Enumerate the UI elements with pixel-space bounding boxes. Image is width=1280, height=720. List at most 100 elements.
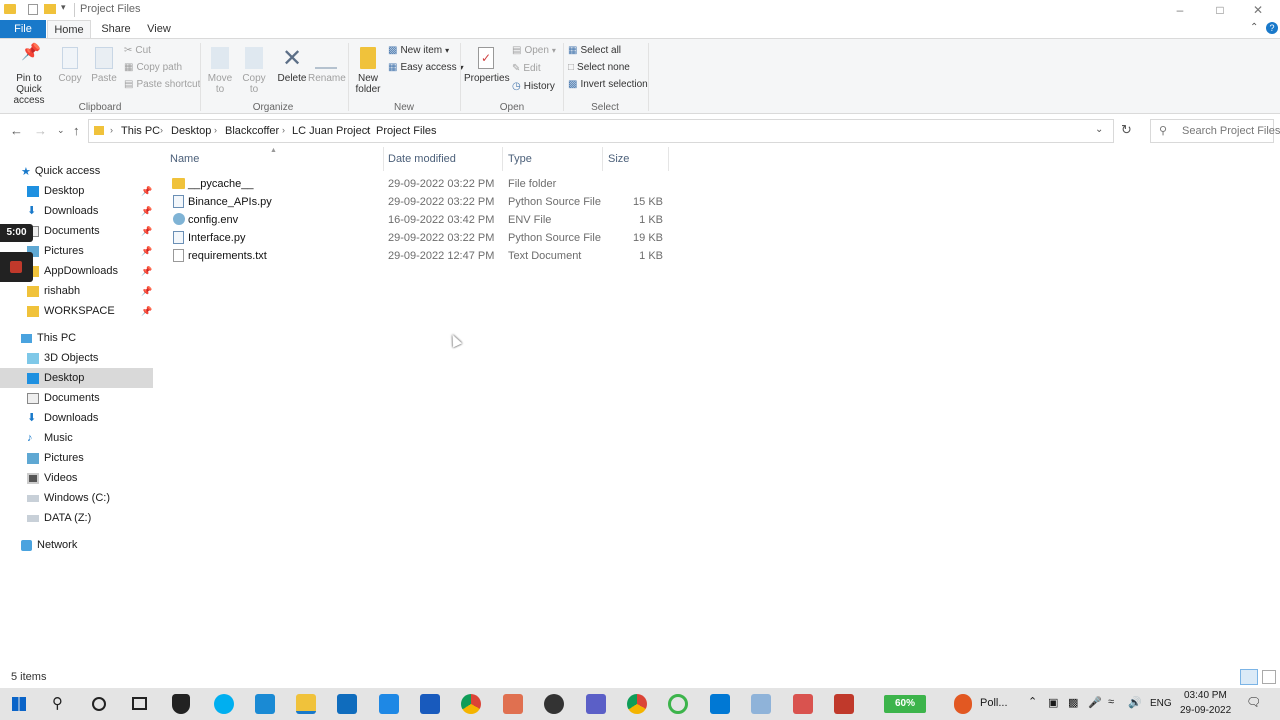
help-icon[interactable]: ?	[1266, 22, 1278, 34]
sidebar-item-videos[interactable]: Videos	[0, 468, 153, 488]
clock-time[interactable]: 03:40 PM	[1184, 690, 1227, 701]
nav-this-pc[interactable]: This PC	[0, 328, 153, 348]
sidebar-item-desktop[interactable]: Desktop 📌	[0, 181, 153, 201]
column-separator[interactable]	[668, 147, 669, 171]
chevron-right-icon[interactable]: ›	[110, 125, 113, 135]
file-explorer-icon[interactable]	[296, 694, 316, 714]
pin-icon[interactable]: 📌	[141, 226, 152, 237]
paste-button[interactable]: Paste	[90, 47, 118, 84]
sidebar-item-downloads-pc[interactable]: ⬇ Downloads	[0, 408, 153, 428]
chrome-icon[interactable]	[461, 694, 481, 714]
app-icon[interactable]	[751, 694, 771, 714]
tab-view[interactable]: View	[140, 20, 178, 38]
address-dropdown-icon[interactable]: ⌄	[1095, 124, 1103, 135]
column-header-name[interactable]: Name	[170, 153, 199, 165]
microphone-icon[interactable]: 🎤	[1088, 696, 1102, 709]
pin-icon[interactable]: 📌	[141, 286, 152, 297]
breadcrumb-blackcoffer[interactable]: Blackcoffer	[225, 125, 279, 137]
details-view-icon[interactable]	[1240, 669, 1258, 685]
breadcrumb-this-pc[interactable]: This PC	[121, 125, 160, 137]
sidebar-item-desktop-pc[interactable]: Desktop	[0, 368, 153, 388]
app-icon[interactable]	[793, 694, 813, 714]
outlook-icon[interactable]	[337, 694, 357, 714]
task-view-icon[interactable]	[132, 697, 147, 710]
table-row[interactable]: config.env 16-09-2022 03:42 PM ENV File …	[170, 211, 668, 229]
battery-indicator[interactable]: 60%	[884, 695, 926, 713]
tray-icon[interactable]: ▩	[1068, 696, 1078, 709]
stop-recording-button[interactable]	[0, 252, 33, 282]
sidebar-item-workspace[interactable]: WORKSPACE 📌	[0, 301, 153, 321]
nav-quick-access[interactable]: ★ Quick access	[0, 161, 153, 181]
recent-locations-icon[interactable]: ⌄	[57, 125, 65, 136]
app-icon[interactable]	[834, 694, 854, 714]
chevron-right-icon[interactable]: ›	[366, 125, 369, 135]
pin-to-quick-access-button[interactable]: 📌 Pin to Quick access	[4, 45, 54, 107]
back-arrow-icon[interactable]: ←	[10, 123, 23, 138]
ribbon-collapse-icon[interactable]: ⌃	[1250, 22, 1258, 33]
up-arrow-icon[interactable]: ↑	[73, 123, 80, 138]
sidebar-item-rishabh[interactable]: rishabh 📌	[0, 281, 153, 301]
maximize-icon[interactable]: □	[1202, 0, 1238, 20]
open-button[interactable]: ▤ Open ▾	[512, 45, 556, 56]
wifi-icon[interactable]: ≈	[1108, 696, 1114, 708]
new-item-button[interactable]: ▩ New item ▾	[388, 45, 449, 56]
column-separator[interactable]	[383, 147, 384, 171]
tab-home[interactable]: Home	[47, 20, 91, 38]
app-icon[interactable]	[503, 694, 523, 714]
invert-selection-button[interactable]: ▩ Invert selection	[568, 79, 648, 90]
search-icon[interactable]: ⚲	[52, 694, 63, 712]
select-all-button[interactable]: ▦ Select all	[568, 45, 621, 56]
breadcrumb-lc-juan-project[interactable]: LC Juan Project	[292, 125, 370, 137]
teams-icon[interactable]	[586, 694, 606, 714]
new-folder-button[interactable]: New folder	[352, 47, 384, 95]
nav-network[interactable]: Network	[0, 535, 153, 555]
tab-file[interactable]: File	[0, 20, 46, 38]
large-icons-view-icon[interactable]	[1262, 670, 1276, 684]
chevron-right-icon[interactable]: ›	[214, 125, 217, 135]
move-to-button[interactable]: Move to	[206, 47, 234, 95]
properties-button[interactable]: ✓ Properties	[464, 47, 510, 84]
table-row[interactable]: requirements.txt 29-09-2022 12:47 PM Tex…	[170, 247, 668, 265]
history-button[interactable]: ◷ History	[512, 81, 555, 92]
refresh-icon[interactable]: ↻	[1121, 122, 1132, 138]
properties-quick-icon[interactable]	[28, 4, 38, 15]
windows-start-icon[interactable]	[12, 697, 26, 711]
clock-date[interactable]: 29-09-2022	[1180, 705, 1231, 716]
sidebar-item-windows-c[interactable]: Windows (C:)	[0, 488, 153, 508]
chrome-icon[interactable]	[627, 694, 647, 714]
column-separator[interactable]	[602, 147, 603, 171]
volume-icon[interactable]: 🔊	[1128, 696, 1142, 709]
column-separator[interactable]	[502, 147, 503, 171]
skype-icon[interactable]	[214, 694, 234, 714]
rename-button[interactable]: Rename	[308, 47, 346, 84]
pin-icon[interactable]: 📌	[141, 206, 152, 217]
vscode-icon[interactable]	[710, 694, 730, 714]
table-row[interactable]: __pycache__ 29-09-2022 03:22 PM File fol…	[170, 175, 668, 193]
app-l-icon[interactable]	[255, 694, 275, 714]
chevron-right-icon[interactable]: ›	[160, 125, 163, 135]
forward-arrow-icon[interactable]: →	[34, 123, 47, 138]
word-icon[interactable]	[420, 694, 440, 714]
mail-icon[interactable]	[379, 694, 399, 714]
close-icon[interactable]: ✕	[1240, 0, 1276, 20]
easy-access-button[interactable]: ▦ Easy access ▾	[388, 62, 464, 73]
sidebar-item-music[interactable]: ♪ Music	[0, 428, 153, 448]
pin-icon[interactable]: 📌	[141, 266, 152, 277]
search-input[interactable]: Search Project Files	[1182, 125, 1280, 137]
sidebar-item-pictures-pc[interactable]: Pictures	[0, 448, 153, 468]
sidebar-item-downloads[interactable]: ⬇ Downloads 📌	[0, 201, 153, 221]
pin-icon[interactable]: 📌	[141, 186, 152, 197]
select-none-button[interactable]: □ Select none	[568, 62, 630, 73]
copy-path-button[interactable]: ▦ Copy path	[124, 62, 182, 73]
cut-button[interactable]: ✂ Cut	[124, 45, 151, 56]
column-header-date[interactable]: Date modified	[388, 153, 456, 165]
edit-button[interactable]: ✎ Edit	[512, 63, 541, 74]
chevron-right-icon[interactable]: ›	[282, 125, 285, 135]
cortana-icon[interactable]	[92, 697, 106, 711]
security-shield-icon[interactable]	[172, 694, 190, 714]
table-row[interactable]: Interface.py 29-09-2022 03:22 PM Python …	[170, 229, 668, 247]
quick-access-dropdown-icon[interactable]: ▾	[61, 2, 66, 13]
breadcrumb-desktop[interactable]: Desktop	[171, 125, 211, 137]
column-header-type[interactable]: Type	[508, 153, 532, 165]
paste-shortcut-button[interactable]: ▤ Paste shortcut	[124, 79, 200, 90]
